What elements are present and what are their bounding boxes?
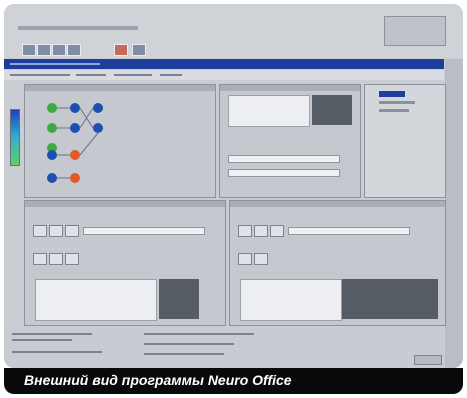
project-tree-panel: [364, 84, 446, 198]
dark-region: [342, 279, 438, 319]
menu-item[interactable]: [76, 74, 106, 76]
panel-field[interactable]: [83, 227, 205, 235]
outer-menu-strip: [18, 26, 138, 30]
dark-region: [312, 95, 352, 125]
screenshot-frame: Внешний вид программы Neuro Office: [0, 0, 467, 398]
dark-region: [159, 279, 199, 319]
node-connections: [57, 107, 99, 179]
outer-window-corner: [384, 16, 446, 46]
toolbar-button-icon[interactable]: [52, 44, 66, 56]
toolbar-button-icon[interactable]: [114, 44, 128, 56]
window-title-bar[interactable]: [4, 59, 444, 69]
results-panel: [229, 200, 446, 326]
data-grid[interactable]: [35, 279, 157, 321]
status-text: [12, 351, 102, 353]
data-grid[interactable]: [240, 279, 342, 321]
app-screenshot: [4, 4, 463, 368]
panel-button[interactable]: [270, 225, 284, 237]
panel-button[interactable]: [33, 225, 47, 237]
tree-node-icon[interactable]: [379, 101, 415, 104]
menu-item[interactable]: [160, 74, 182, 76]
panel-field[interactable]: [288, 227, 410, 235]
menu-item[interactable]: [114, 74, 152, 76]
desktop-background: [4, 4, 463, 58]
tree-node-icon[interactable]: [379, 109, 409, 112]
panel-button[interactable]: [238, 225, 252, 237]
caption-text: Внешний вид программы Neuro Office: [24, 372, 292, 388]
window-scrollbar[interactable]: [445, 59, 463, 368]
status-text: [144, 343, 234, 345]
status-text: [144, 353, 224, 355]
panel-button[interactable]: [49, 253, 63, 265]
caption-bar: Внешний вид программы Neuro Office: [4, 368, 463, 394]
panel-header: [230, 201, 445, 207]
data-grid[interactable]: [228, 95, 310, 127]
status-button[interactable]: [414, 355, 442, 365]
status-area: [4, 327, 444, 368]
status-text: [12, 333, 92, 335]
status-text: [12, 339, 72, 341]
panel-button[interactable]: [49, 225, 63, 237]
panel-button[interactable]: [33, 253, 47, 265]
training-panel: [24, 200, 226, 326]
option-field[interactable]: [228, 169, 340, 177]
toolbar-button-icon[interactable]: [132, 44, 146, 56]
toolbar-button-icon[interactable]: [37, 44, 51, 56]
color-scale: [10, 109, 20, 166]
panel-button[interactable]: [65, 253, 79, 265]
panel-header: [220, 85, 360, 91]
panel-button[interactable]: [238, 253, 252, 265]
toolbar-button-icon[interactable]: [22, 44, 36, 56]
network-structure-panel: [24, 84, 216, 198]
menu-bar: [4, 70, 444, 80]
panel-button[interactable]: [254, 225, 268, 237]
panel-header: [25, 201, 225, 207]
panel-button[interactable]: [65, 225, 79, 237]
toolbar-button-icon[interactable]: [67, 44, 81, 56]
status-text: [144, 333, 254, 335]
window-title-text: [10, 63, 100, 65]
tree-node-icon[interactable]: [379, 91, 405, 97]
menu-item[interactable]: [10, 74, 70, 76]
panel-button[interactable]: [254, 253, 268, 265]
data-table-panel: [219, 84, 361, 198]
option-field[interactable]: [228, 155, 340, 163]
